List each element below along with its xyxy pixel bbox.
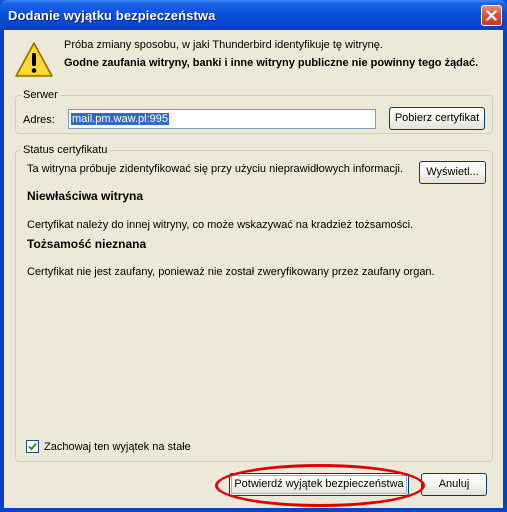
permanent-exception-checkbox[interactable] [26,440,39,453]
status-legend: Status certyfikatu [21,144,110,156]
status-intro-text: Ta witryna próbuje zidentyfikować się pr… [27,163,403,175]
permanent-exception-row[interactable]: Zachowaj ten wyjątek na stałe [26,440,191,453]
window-title: Dodanie wyjątku bezpieczeństwa [8,8,216,23]
dialog-body: Próba zmiany sposobu, w jaki Thunderbird… [4,30,503,508]
certificate-status-group: Status certyfikatu Ta witryna próbuje zi… [15,144,493,462]
fetch-certificate-button[interactable]: Pobierz certyfikat [389,107,485,130]
server-group: Serwer Adres: mail.pm.waw.pl:995 Pobierz… [15,89,493,134]
address-value: mail.pm.waw.pl:995 [71,113,169,125]
wrong-site-text: Certyfikat należy do innej witryny, co m… [27,219,414,231]
warning-icon [15,42,53,77]
view-certificate-button[interactable]: Wyświetl... [419,161,486,184]
check-icon [28,442,37,451]
server-legend: Serwer [21,89,60,101]
address-label: Adres: [23,114,55,126]
address-input[interactable]: mail.pm.waw.pl:995 [68,109,376,129]
cancel-button[interactable]: Anuluj [421,473,487,496]
close-icon [486,10,497,21]
title-bar[interactable]: Dodanie wyjątku bezpieczeństwa [0,0,507,30]
window-border-bottom [0,508,507,512]
permanent-exception-label: Zachowaj ten wyjątek na stałe [44,440,191,453]
confirm-exception-button[interactable]: Potwierdź wyjątek bezpieczeństwa [229,473,409,496]
unknown-identity-heading: Tożsamość nieznana [27,237,147,251]
info-message: Próba zmiany sposobu, w jaki Thunderbird… [64,39,383,51]
unknown-identity-text: Certyfikat nie jest zaufany, ponieważ ni… [27,266,435,278]
close-button[interactable] [481,5,502,26]
wrong-site-heading: Niewłaściwa witryna [27,189,144,203]
warning-message: Godne zaufania witryny, banki i inne wit… [64,57,479,69]
window-border-right [503,30,507,512]
dialog-window: Dodanie wyjątku bezpieczeństwa Próba zmi… [0,0,507,512]
